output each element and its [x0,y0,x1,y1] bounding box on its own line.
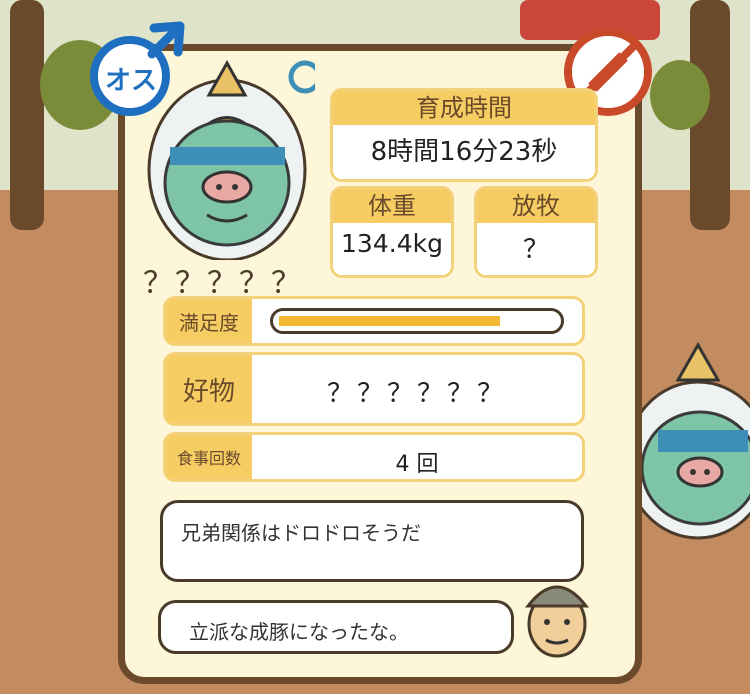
favorite-row: 好物 ？？？？？？ [163,352,585,426]
weight-label: 体重 [333,189,451,223]
dialogue-line-1: 兄弟関係はドロドロそうだ [181,521,421,545]
growth-time-label: 育成時間 [333,91,595,125]
dialogue-line-2: 立派な成豚になったな。 [189,620,409,644]
tree-trunk [10,0,44,230]
grazing-box: 放牧 ？ [474,186,598,278]
satisfaction-row: 満足度 [163,296,585,346]
weight-value: 134.4kg [341,229,443,258]
farmer-avatar [524,585,590,658]
pig-character[interactable] [145,55,315,260]
satisfaction-label: 満足度 [166,299,252,343]
favorite-label: 好物 [166,355,252,423]
growth-time-box: 育成時間 8時間16分23秒 [330,88,598,182]
meals-row: 食事回数 4 回 [163,432,585,482]
satisfaction-bar-fill [279,316,500,326]
weight-box: 体重 134.4kg [330,186,454,278]
dialogue-bubble-1: 兄弟関係はドロドロそうだ [160,500,584,582]
meals-value: 4 回 [395,452,439,477]
satisfaction-bar [270,308,564,334]
grazing-label: 放牧 [477,189,595,223]
favorite-value: ？？？？？？ [326,379,507,409]
tree-foliage [650,60,710,130]
grazing-value: ？ [522,235,549,265]
growth-time-value: 8時間16分23秒 [370,137,558,167]
dialogue-bubble-2: 立派な成豚になったな。 [158,600,514,654]
meals-label: 食事回数 [166,435,252,479]
